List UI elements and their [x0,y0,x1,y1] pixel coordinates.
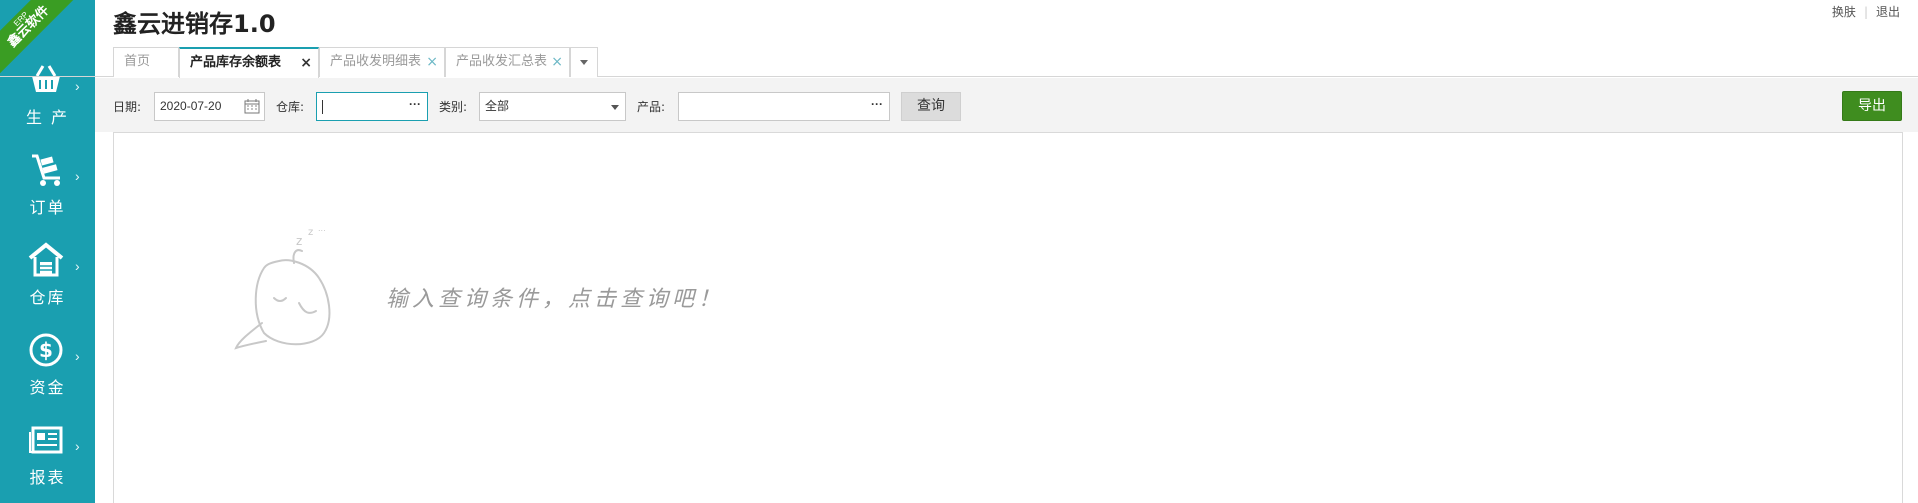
chevron-right-icon: › [75,168,80,184]
chevron-right-icon: › [75,78,80,94]
tab-label: 产品收发汇总表 [456,54,548,69]
date-value: 2020-07-20 [160,99,222,113]
chevron-right-icon: › [75,438,80,454]
query-button[interactable]: 查询 [901,92,961,121]
report-content-area: z z ... 输入查询条件，点击查询吧！ [113,132,1903,503]
chevron-right-icon: › [75,258,80,274]
close-icon[interactable]: × [426,48,438,76]
sidebar-item-warehouse[interactable]: 仓库 › [0,236,95,324]
category-select[interactable]: 全部 [479,92,626,121]
chevron-down-icon [611,105,619,110]
dollar-icon: $ [29,333,63,367]
date-label: 日期: [113,100,142,114]
divider: | [1863,5,1868,19]
export-button[interactable]: 导出 [1842,91,1902,121]
chevron-right-icon: › [75,348,80,364]
sidebar-item-label: 仓库 [29,288,66,307]
tab-product-stock-balance[interactable]: 产品库存余额表 × [179,47,319,78]
chevron-down-icon [580,60,588,65]
empty-state-message: 输入查询条件，点击查询吧！ [386,287,725,312]
filter-toolbar: 日期: 2020-07-20 仓库: ··· 类别: 全部 产品: ··· 查询… [95,78,1918,132]
report-icon [29,426,63,454]
tab-home[interactable]: 首页 [113,47,179,77]
date-field[interactable]: 2020-07-20 [154,92,265,121]
tab-product-transaction-summary[interactable]: 产品收发汇总表 × [445,47,570,77]
top-links: 换肤 | 退出 [1832,3,1900,20]
warehouse-icon [28,242,64,277]
tab-product-transaction-detail[interactable]: 产品收发明细表 × [319,47,445,77]
ellipsis-picker-icon[interactable]: ··· [409,91,421,118]
warehouse-field[interactable]: ··· [316,92,428,121]
svg-text:z: z [296,234,302,248]
sidebar-item-label: 报表 [29,468,66,487]
ellipsis-picker-icon[interactable]: ··· [871,91,883,118]
app-title: 鑫云进销存1.0 [113,10,276,38]
sidebar-item-label: 生 产 [25,108,70,127]
cart-icon [32,154,60,186]
sidebar-item-reports[interactable]: 报表 › [0,416,95,503]
logout-link[interactable]: 退出 [1876,5,1900,19]
tab-label: 产品收发明细表 [330,54,422,69]
tab-label: 产品库存余额表 [190,55,282,70]
tab-label: 首页 [124,54,151,69]
sidebar-item-orders[interactable]: 订单 › [0,146,95,234]
switch-skin-link[interactable]: 换肤 [1832,5,1856,19]
category-value: 全部 [485,99,510,113]
close-icon[interactable]: × [300,49,312,77]
tab-bar: 首页 产品库存余额表 × 产品收发明细表 × 产品收发汇总表 × [0,44,1918,78]
tab-overflow-menu[interactable] [570,47,598,77]
category-label: 类别: [439,100,468,114]
close-icon[interactable]: × [551,48,563,76]
svg-text:z: z [308,227,313,238]
sidebar-item-funds[interactable]: $ 资金 › [0,326,95,414]
product-field[interactable]: ··· [678,92,890,121]
warehouse-label: 仓库: [276,100,305,114]
sleeping-ghost-illustration: z z ... [234,224,331,350]
calendar-icon[interactable] [244,99,260,114]
sidebar-item-label: 订单 [29,198,66,217]
svg-text:...: ... [318,224,326,233]
svg-text:$: $ [39,338,53,362]
sidebar-item-label: 资金 [29,378,66,397]
product-label: 产品: [637,100,666,114]
text-cursor [322,100,323,114]
